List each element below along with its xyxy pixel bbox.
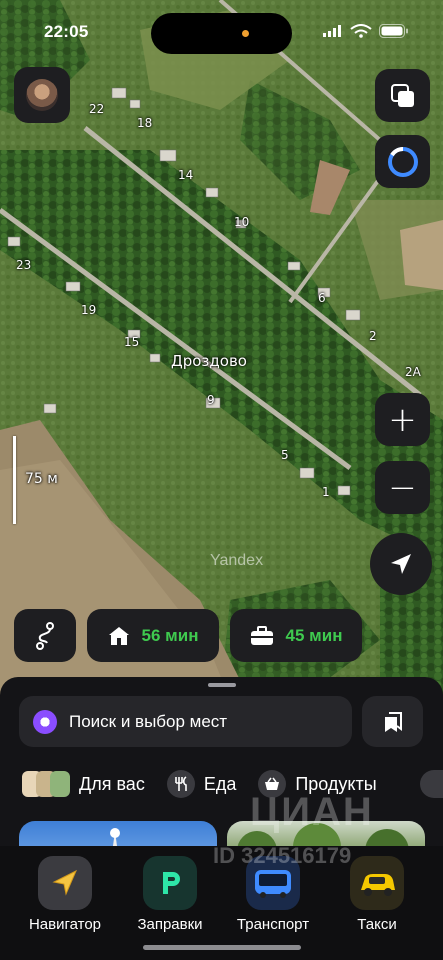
scale-bar	[13, 436, 16, 524]
layers-icon	[390, 83, 414, 107]
alice-ring-icon	[387, 146, 418, 177]
category-more-chip[interactable]	[420, 770, 443, 798]
avatar	[26, 79, 58, 111]
scale-label: 75 м	[25, 471, 58, 487]
route-icon	[36, 621, 54, 650]
gas-station-icon	[143, 856, 197, 910]
house-number: 15	[124, 335, 140, 349]
house-number: 19	[81, 303, 97, 317]
search-input[interactable]: Поиск и выбор мест	[19, 696, 352, 747]
village-name: Дроздово	[171, 352, 247, 370]
route-work-chip[interactable]: 45 мин	[230, 609, 362, 662]
alice-icon	[33, 709, 57, 734]
tab-label: Заправки	[137, 916, 203, 933]
sheet-grabber[interactable]	[208, 683, 236, 687]
briefcase-icon	[250, 625, 273, 645]
category-label: Еда	[203, 773, 237, 794]
zoom-out-button[interactable]: −	[375, 461, 430, 514]
bookmarks-icon	[384, 711, 402, 732]
tab-label: Транспорт	[236, 916, 310, 933]
house-number: 9	[207, 393, 215, 407]
house-number: 2А	[405, 365, 421, 379]
home-route-time: 56 мин	[141, 625, 199, 645]
tab-navigator[interactable]: Навигатор	[20, 856, 110, 933]
zoom-in-button[interactable]: +	[375, 393, 430, 446]
privacy-indicator	[242, 30, 249, 37]
dynamic-island	[151, 13, 292, 54]
home-icon	[108, 626, 129, 645]
profile-avatar-button[interactable]	[14, 67, 70, 123]
my-location-button[interactable]	[370, 533, 432, 595]
search-placeholder: Поиск и выбор мест	[69, 711, 228, 731]
cellular-signal-icon	[323, 25, 341, 37]
route-home-chip[interactable]: 56 мин	[87, 609, 219, 662]
house-number: 18	[137, 116, 153, 130]
battery-icon	[379, 24, 408, 38]
minus-icon: −	[388, 467, 417, 508]
status-time: 22:05	[44, 22, 89, 41]
house-number: 2	[369, 329, 377, 343]
house-number: 5	[281, 448, 289, 462]
category-food[interactable]: Еда	[166, 770, 237, 798]
vpn-wifi-icon	[350, 24, 372, 38]
listing-watermark-id: ID 324516179	[213, 843, 352, 868]
for-you-icon	[22, 771, 70, 797]
navigator-icon	[38, 856, 92, 910]
house-number: 22	[89, 102, 105, 116]
bookmarks-button[interactable]	[362, 696, 423, 747]
map-watermark: Yandex	[210, 552, 264, 569]
home-indicator[interactable]	[143, 945, 301, 950]
house-number: 14	[178, 168, 194, 182]
routes-button[interactable]	[14, 609, 76, 662]
status-icons	[323, 24, 409, 38]
tab-label: Такси	[357, 916, 397, 933]
food-icon	[166, 770, 195, 798]
work-route-time: 45 мин	[285, 625, 343, 645]
taxi-icon	[350, 856, 404, 910]
category-label: Для вас	[79, 773, 145, 794]
layers-button[interactable]	[375, 69, 430, 122]
listing-watermark-brand: ЦИАН	[250, 790, 374, 834]
house-number: 1	[322, 485, 330, 499]
house-number: 23	[16, 258, 32, 272]
plus-icon: +	[388, 399, 417, 440]
house-number: 10	[234, 215, 250, 229]
alice-assistant-button[interactable]	[375, 135, 430, 188]
house-number: 6	[318, 291, 326, 305]
tab-gas-stations[interactable]: Заправки	[125, 856, 215, 933]
location-arrow-icon	[391, 554, 411, 574]
tab-label: Навигатор	[28, 916, 102, 933]
category-for-you[interactable]: Для вас	[22, 771, 145, 797]
